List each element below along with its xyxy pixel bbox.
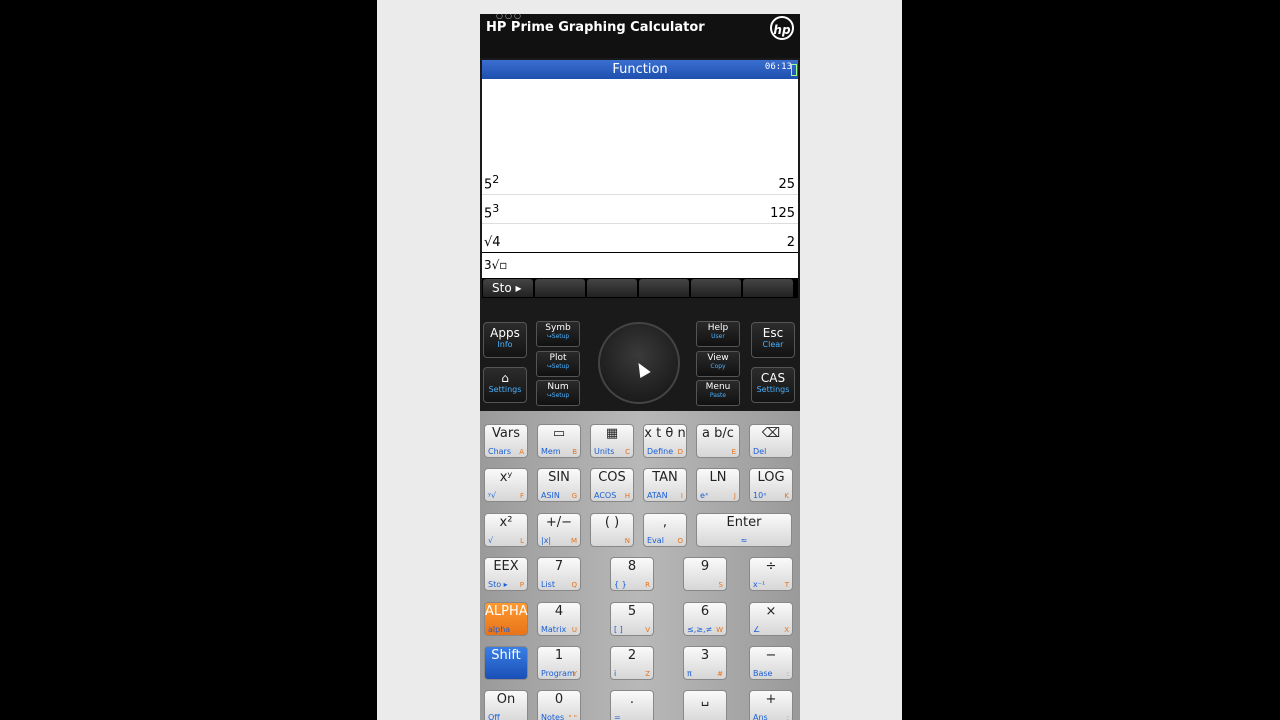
clock: 06:13 — [764, 62, 792, 72]
home-icon: ⌂ — [501, 371, 509, 385]
hp-logo: hp — [770, 16, 794, 40]
help-key[interactable]: Help User — [696, 321, 740, 347]
on-key[interactable]: On Off — [484, 690, 528, 720]
cos-key[interactable]: COS ACOS H — [590, 468, 634, 502]
shift-key[interactable]: Shift — [484, 646, 528, 680]
softkey-5[interactable] — [691, 279, 741, 297]
7-key[interactable]: 7 List Q — [537, 557, 581, 591]
softkey-4[interactable] — [639, 279, 689, 297]
1-key[interactable]: 1 Program Y — [537, 646, 581, 680]
sin-key[interactable]: SIN ASIN G — [537, 468, 581, 502]
calculator-screen: Function 06:13 52 25 53 125 √4 2 3√▫ Sto… — [482, 60, 798, 298]
history-expression: 52 — [484, 172, 500, 192]
num-key[interactable]: Num ↪Setup — [536, 380, 580, 406]
softkey-sto[interactable]: Sto ▸ — [483, 279, 533, 297]
8-key[interactable]: 8{ } R — [610, 557, 654, 591]
3-key[interactable]: 3 π # — [683, 646, 727, 680]
square-key[interactable]: x² √ L — [484, 513, 528, 547]
cas-key[interactable]: CAS Settings — [751, 367, 795, 403]
home-key[interactable]: ⌂ Settings — [483, 367, 527, 403]
mem-key[interactable]: ▭ Mem B — [537, 424, 581, 458]
xttn-key[interactable]: x t θ n Define D — [643, 424, 687, 458]
history-row[interactable]: 53 125 — [482, 195, 798, 224]
calculator-window: ○○○ HP Prime Graphing Calculator hp Func… — [480, 14, 800, 720]
9-key[interactable]: 9S — [683, 557, 727, 591]
softkey-6[interactable] — [743, 279, 793, 297]
history-row[interactable]: 52 25 — [482, 166, 798, 195]
alpha-key[interactable]: ALPHA alpha — [484, 602, 528, 636]
menu-key[interactable]: Menu Paste — [696, 380, 740, 406]
eex-key[interactable]: EEX Sto ▸ P — [484, 557, 528, 591]
softkey-menu: Sto ▸ — [482, 278, 798, 298]
enter-key[interactable]: Enter ≈ — [696, 513, 792, 547]
plot-key[interactable]: Plot ↪Setup — [536, 351, 580, 377]
mode-label: Function — [612, 62, 668, 77]
plus-key[interactable]: + Ans; — [749, 690, 793, 720]
power-key[interactable]: xʸ ʸ√ F — [484, 468, 528, 502]
divide-key[interactable]: ÷ x⁻¹ T — [749, 557, 793, 591]
0-key[interactable]: 0 Notes " " — [537, 690, 581, 720]
battery-icon — [791, 64, 797, 76]
app-title: HP Prime Graphing Calculator — [486, 20, 705, 35]
history-result: 125 — [770, 206, 795, 221]
2-key[interactable]: 2iZ — [610, 646, 654, 680]
multiply-key[interactable]: × ∠ X — [749, 602, 793, 636]
minus-key[interactable]: − Base: — [749, 646, 793, 680]
history-expression: √4 — [484, 235, 501, 250]
decimal-key[interactable]: . = — [610, 690, 654, 720]
history-result: 25 — [778, 177, 795, 192]
tan-key[interactable]: TAN ATAN I — [643, 468, 687, 502]
esc-key[interactable]: Esc Clear — [751, 322, 795, 358]
mode-bar: Function 06:13 — [482, 60, 798, 79]
log-key[interactable]: LOG 10ˣ K — [749, 468, 793, 502]
softkey-3[interactable] — [587, 279, 637, 297]
history-row[interactable]: √4 2 — [482, 224, 798, 253]
entry-line[interactable]: 3√▫ — [484, 258, 507, 272]
5-key[interactable]: 5[ ] V — [610, 602, 654, 636]
history-result: 2 — [786, 235, 795, 250]
history-expression: 53 — [484, 201, 500, 221]
backspace-key[interactable]: ⌫ Del — [749, 424, 793, 458]
vars-key[interactable]: Vars Chars A — [484, 424, 528, 458]
units-key[interactable]: ▦ Units C — [590, 424, 634, 458]
ln-key[interactable]: LN eˣ J — [696, 468, 740, 502]
view-key[interactable]: View Copy — [696, 351, 740, 377]
apps-key[interactable]: Apps Info — [483, 322, 527, 358]
abc-key[interactable]: a b/c E — [696, 424, 740, 458]
title-bar: ○○○ HP Prime Graphing Calculator hp — [480, 14, 800, 58]
parens-key[interactable]: ( ) N — [590, 513, 634, 547]
symb-key[interactable]: Symb ↪Setup — [536, 321, 580, 347]
space-key[interactable]: ␣ _ — [683, 690, 727, 720]
negate-key[interactable]: +/− |x| M — [537, 513, 581, 547]
softkey-2[interactable] — [535, 279, 585, 297]
4-key[interactable]: 4 Matrix U — [537, 602, 581, 636]
6-key[interactable]: 6 ≤,≥,≠ W — [683, 602, 727, 636]
comma-key[interactable]: , Eval O — [643, 513, 687, 547]
